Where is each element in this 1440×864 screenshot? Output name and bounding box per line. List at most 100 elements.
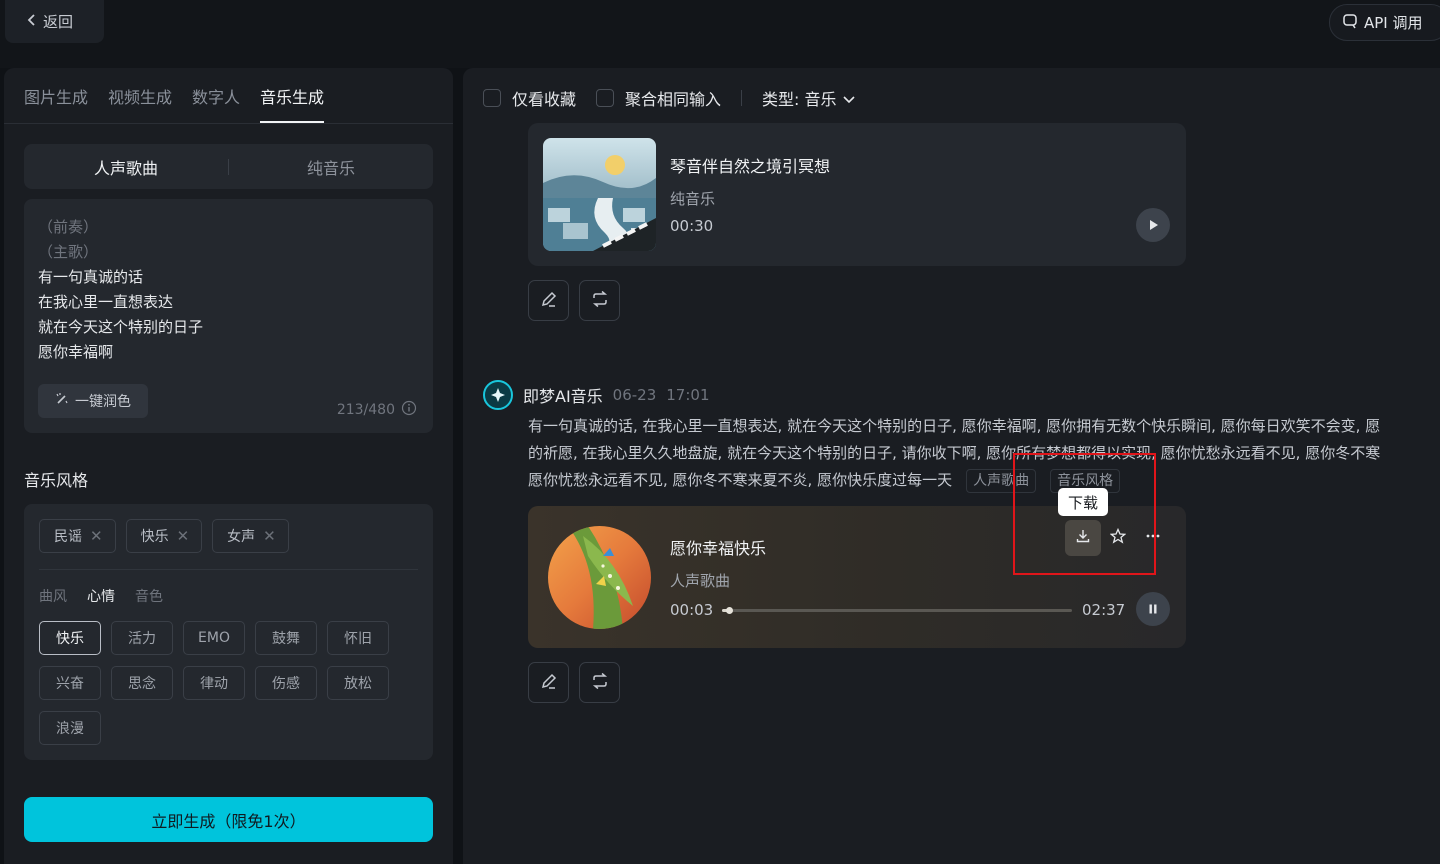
api-button[interactable]: API 调用 xyxy=(1329,4,1440,41)
api-label: API 调用 xyxy=(1364,14,1423,32)
info-icon[interactable] xyxy=(401,400,417,420)
type-dropdown-label: 类型: 音乐 xyxy=(762,90,837,109)
mood-chip[interactable]: 伤感 xyxy=(255,666,317,700)
track-type: 纯音乐 xyxy=(670,190,716,208)
aggregate-filter[interactable]: 聚合相同输入 xyxy=(596,86,721,110)
tab-digital-human[interactable]: 数字人 xyxy=(192,84,240,123)
prompt-line: 有一句真诚的话, 在我心里一直想表达, 就在今天这个特别的日子, 愿你幸福啊, … xyxy=(528,417,1381,435)
type-dropdown[interactable]: 类型: 音乐 xyxy=(762,86,855,110)
mood-chips: 快乐 活力 EMO 鼓舞 怀旧 兴奋 思念 律动 伤感 放松 浪漫 xyxy=(39,621,419,745)
music-style-title: 音乐风格 xyxy=(24,471,89,490)
lyrics-text[interactable]: （前奏） （主歌） 有一句真诚的话 在我心里一直想表达 就在今天这个特别的日子 … xyxy=(38,215,203,365)
top-bar: 返回 API 调用 xyxy=(0,0,1440,68)
close-icon[interactable]: ✕ xyxy=(263,527,276,545)
mood-chip[interactable]: 兴奋 xyxy=(39,666,101,700)
tabs-divider xyxy=(4,123,453,124)
mood-chip[interactable]: 怀旧 xyxy=(327,621,389,655)
lyrics-line: 愿你幸福啊 xyxy=(38,343,114,361)
lyrics-line: 在我心里一直想表达 xyxy=(38,293,174,311)
sub-tab-genre[interactable]: 曲风 xyxy=(39,586,67,606)
style-sub-tabs: 曲风 心情 音色 xyxy=(39,586,163,606)
edit-button[interactable] xyxy=(528,280,569,321)
close-icon[interactable]: ✕ xyxy=(177,527,190,545)
left-panel: 图片生成 视频生成 数字人 音乐生成 人声歌曲 纯音乐 （前奏） （主歌） 有一… xyxy=(4,68,453,864)
mood-chip[interactable]: EMO xyxy=(183,621,245,655)
chevron-down-icon xyxy=(842,89,855,108)
sub-tab-timbre[interactable]: 音色 xyxy=(135,586,163,606)
track-card[interactable]: 琴音伴自然之境引冥想 纯音乐 00:30 xyxy=(528,123,1186,266)
prompt-text: 有一句真诚的话, 在我心里一直想表达, 就在今天这个特别的日子, 愿你幸福啊, … xyxy=(528,413,1440,494)
char-counter-value: 213/480 xyxy=(336,402,395,418)
mood-chip[interactable]: 鼓舞 xyxy=(255,621,317,655)
pause-icon xyxy=(1147,600,1159,619)
favorites-filter[interactable]: 仅看收藏 xyxy=(483,86,576,110)
magic-wand-icon xyxy=(55,392,69,410)
close-icon[interactable]: ✕ xyxy=(90,527,103,545)
tab-image[interactable]: 图片生成 xyxy=(24,84,88,123)
chevron-left-icon xyxy=(27,13,37,31)
pause-button[interactable] xyxy=(1136,592,1170,626)
filter-divider xyxy=(741,90,743,106)
prompt-line: 的祈愿, 在我心里久久地盘旋, 就在今天这个特别的日子, 请你收下啊, 愿你所有… xyxy=(528,444,1381,462)
generation-tabs: 图片生成 视频生成 数字人 音乐生成 xyxy=(24,84,325,123)
selected-tag-label: 女声 xyxy=(227,529,256,545)
mood-chip[interactable]: 放松 xyxy=(327,666,389,700)
pencil-icon xyxy=(540,290,558,312)
tab-music[interactable]: 音乐生成 xyxy=(260,84,325,123)
mode-instrumental[interactable]: 纯音乐 xyxy=(229,155,433,179)
aggregate-checkbox[interactable] xyxy=(596,89,615,107)
track-current-time: 00:03 xyxy=(670,601,714,619)
lyrics-placeholder-verse: （主歌） xyxy=(38,243,99,261)
music-style-box: 民谣 ✕ 快乐 ✕ 女声 ✕ 曲风 心情 音色 快乐 活力 EMO 鼓舞 怀旧 … xyxy=(24,504,433,760)
repeat-icon xyxy=(591,290,609,312)
regenerate-button[interactable] xyxy=(579,662,620,703)
favorites-label: 仅看收藏 xyxy=(512,90,577,109)
play-button[interactable] xyxy=(1136,208,1170,242)
track-cover-image xyxy=(548,526,651,629)
play-icon xyxy=(1147,216,1159,235)
mood-chip[interactable]: 活力 xyxy=(111,621,173,655)
lyrics-editor[interactable]: （前奏） （主歌） 有一句真诚的话 在我心里一直想表达 就在今天这个特别的日子 … xyxy=(24,199,433,433)
mode-switch: 人声歌曲 纯音乐 xyxy=(24,144,433,189)
progress-handle[interactable] xyxy=(726,607,733,614)
back-label: 返回 xyxy=(43,13,74,31)
track-title: 琴音伴自然之境引冥想 xyxy=(670,157,831,176)
sub-tab-mood[interactable]: 心情 xyxy=(87,586,115,606)
results-panel: 仅看收藏 聚合相同输入 类型: 音乐 琴音伴自然之境引冥想 纯音乐 00:30 … xyxy=(463,68,1440,864)
polish-label: 一键润色 xyxy=(75,394,131,410)
lyrics-line: 有一句真诚的话 xyxy=(38,268,144,286)
generate-button[interactable]: 立即生成（限免1次） xyxy=(24,797,433,842)
mood-chip[interactable]: 律动 xyxy=(183,666,245,700)
lyrics-line: 就在今天这个特别的日子 xyxy=(38,318,204,336)
chat-icon xyxy=(1342,13,1358,33)
track-duration: 00:30 xyxy=(670,217,714,235)
aggregate-label: 聚合相同输入 xyxy=(625,90,722,109)
progress-bar[interactable] xyxy=(722,607,1072,614)
selected-tag: 民谣 ✕ xyxy=(39,519,116,553)
favorites-checkbox[interactable] xyxy=(483,89,501,107)
style-divider xyxy=(39,569,418,570)
selected-tag-label: 民谣 xyxy=(54,529,82,545)
edit-button[interactable] xyxy=(528,662,569,703)
polish-button[interactable]: 一键润色 xyxy=(38,384,148,418)
selected-tag-label: 快乐 xyxy=(140,529,169,545)
filter-bar: 仅看收藏 聚合相同输入 类型: 音乐 xyxy=(483,86,855,110)
selected-tag: 快乐 ✕ xyxy=(125,519,203,553)
mood-chip[interactable]: 浪漫 xyxy=(39,711,101,745)
mode-vocal[interactable]: 人声歌曲 xyxy=(24,155,228,179)
mood-chip[interactable]: 快乐 xyxy=(39,621,101,655)
lyrics-placeholder-intro: （前奏） xyxy=(38,218,99,236)
selected-tags: 民谣 ✕ 快乐 ✕ 女声 ✕ xyxy=(39,519,289,553)
prompt-line-text: 愿你忧愁永远看不见, 愿你冬不寒来夏不炎, 愿你快乐度过每一天 xyxy=(528,471,953,489)
prompt-line-last: 愿你忧愁永远看不见, 愿你冬不寒来夏不炎, 愿你快乐度过每一天 人声歌曲 音乐风格 xyxy=(528,467,1440,494)
back-button[interactable]: 返回 xyxy=(5,0,104,43)
selected-tag: 女声 ✕ xyxy=(212,519,289,553)
track-duration: 02:37 xyxy=(1082,601,1126,619)
char-counter: 213/480 xyxy=(337,400,417,420)
mood-chip[interactable]: 思念 xyxy=(111,666,173,700)
regenerate-button[interactable] xyxy=(579,280,620,321)
pencil-icon xyxy=(540,672,558,694)
track-cover-image xyxy=(543,138,656,251)
tab-video[interactable]: 视频生成 xyxy=(108,84,172,123)
bot-time: 17:01 xyxy=(666,386,710,404)
